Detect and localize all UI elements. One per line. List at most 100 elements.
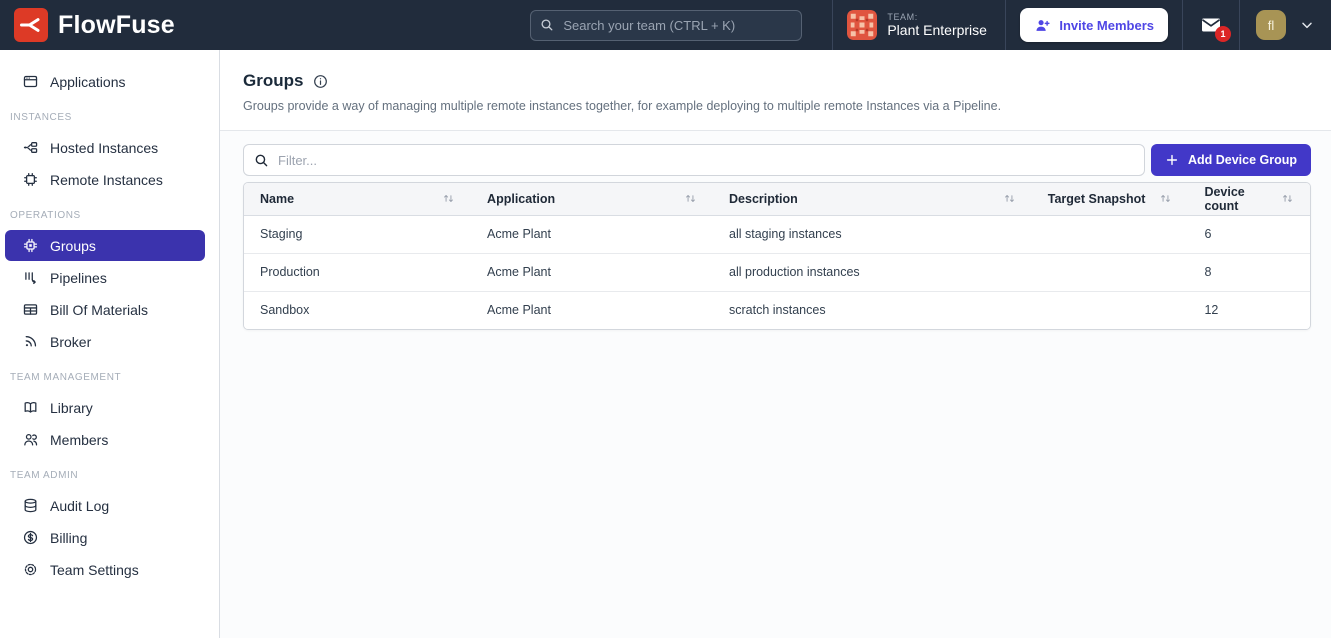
sidebar-item-pipelines[interactable]: Pipelines: [5, 262, 205, 293]
top-navbar: FlowFuse TEAM: Plant Enterpri: [0, 0, 1331, 50]
sidebar-section-header-team-admin: TEAM ADMIN: [10, 470, 219, 481]
table-body: StagingAcme Plantall staging instances6P…: [244, 215, 1310, 329]
sidebar-section-header-team-management: TEAM MANAGEMENT: [10, 372, 219, 383]
billing-icon: [22, 529, 39, 546]
sidebar-item-applications[interactable]: Applications: [5, 66, 205, 97]
cell-name: Production: [244, 253, 471, 291]
sidebar-nav: Applications INSTANCES Hosted Instances Rem…: [0, 66, 219, 585]
broker-icon: [22, 333, 39, 350]
cell-device_count: 8: [1188, 253, 1310, 291]
audit-log-icon: [22, 497, 39, 514]
sidebar-item-members[interactable]: Members: [5, 424, 205, 455]
column-label: Description: [729, 192, 798, 206]
sidebar-item-bill-of-materials[interactable]: Bill Of Materials: [5, 294, 205, 325]
table-header-row: Name Application Description Target Snapsho…: [244, 183, 1310, 215]
sidebar-item-library[interactable]: Library: [5, 392, 205, 423]
table-row-production[interactable]: ProductionAcme Plantall production insta…: [244, 253, 1310, 291]
groups-table: Name Application Description Target Snapsho…: [244, 183, 1310, 329]
remote-instances-icon: [22, 171, 39, 188]
groups-icon: [22, 237, 39, 254]
sidebar-item-broker[interactable]: Broker: [5, 326, 205, 357]
column-label: Name: [260, 192, 294, 206]
page-description: Groups provide a way of managing multipl…: [243, 99, 1308, 113]
sidebar-item-label: Billing: [50, 530, 87, 546]
cell-description: scratch instances: [713, 291, 1032, 329]
sidebar-item-remote-instances[interactable]: Remote Instances: [5, 164, 205, 195]
sidebar-item-audit-log[interactable]: Audit Log: [5, 490, 205, 521]
sidebar-item-label: Broker: [50, 334, 91, 350]
filter-search-icon: [253, 152, 270, 169]
navbar-search-area: [530, 0, 832, 50]
cell-device_count: 6: [1188, 215, 1310, 253]
groups-table-card: Name Application Description Target Snapsho…: [243, 182, 1311, 330]
column-header-name[interactable]: Name: [244, 183, 471, 215]
sidebar-item-label: Pipelines: [50, 270, 107, 286]
cell-name: Staging: [244, 215, 471, 253]
column-header-application[interactable]: Application: [471, 183, 713, 215]
search-icon: [539, 17, 555, 33]
page-title: Groups: [243, 71, 303, 91]
sidebar-item-team-settings[interactable]: Team Settings: [5, 554, 205, 585]
column-label: Device count: [1204, 185, 1275, 213]
sidebar-section-header-operations: OPERATIONS: [10, 210, 219, 221]
cell-target_snapshot: [1032, 215, 1189, 253]
info-icon[interactable]: [312, 73, 329, 90]
sidebar-item-label: Groups: [50, 238, 96, 254]
table-row-sandbox[interactable]: SandboxAcme Plantscratch instances12: [244, 291, 1310, 329]
library-icon: [22, 399, 39, 416]
cell-device_count: 12: [1188, 291, 1310, 329]
notification-badge: 1: [1215, 26, 1231, 42]
page-header: Groups Groups provide a way of managing …: [220, 50, 1331, 131]
sidebar-item-label: Bill Of Materials: [50, 302, 148, 318]
user-menu[interactable]: fl: [1240, 0, 1331, 50]
table-row-staging[interactable]: StagingAcme Plantall staging instances 6: [244, 215, 1310, 253]
sidebar-item-hosted-instances[interactable]: Hosted Instances: [5, 132, 205, 163]
flowfuse-logo-icon: [14, 8, 48, 42]
sort-icon: [442, 192, 455, 205]
team-selector[interactable]: TEAM: Plant Enterprise: [833, 0, 1005, 50]
sidebar-item-label: Members: [50, 432, 108, 448]
team-search-input[interactable]: [530, 10, 802, 41]
cell-description: all staging instances: [713, 215, 1032, 253]
team-label: TEAM:: [887, 12, 987, 22]
hosted-instances-icon: [22, 139, 39, 156]
column-header-target-snapshot[interactable]: Target Snapshot: [1032, 183, 1189, 215]
sort-icon: [1003, 192, 1016, 205]
column-label: Target Snapshot: [1048, 192, 1146, 206]
invite-members-area: Invite Members: [1006, 0, 1182, 50]
team-avatar: [847, 10, 877, 40]
sidebar-item-groups[interactable]: Groups: [5, 230, 205, 261]
applications-icon: [22, 73, 39, 90]
brand-name: FlowFuse: [58, 11, 175, 40]
brand[interactable]: FlowFuse: [0, 0, 189, 50]
sort-icon: [1281, 192, 1294, 205]
plus-icon: [1165, 153, 1179, 167]
sidebar-item-label: Audit Log: [50, 498, 109, 514]
add-device-group-label: Add Device Group: [1188, 153, 1297, 167]
cell-application: Acme Plant: [471, 253, 713, 291]
sidebar-section-header-instances: INSTANCES: [10, 112, 219, 123]
sidebar-item-billing[interactable]: Billing: [5, 522, 205, 553]
toolbar: Add Device Group: [243, 144, 1311, 176]
add-device-group-button[interactable]: Add Device Group: [1151, 144, 1311, 176]
column-label: Application: [487, 192, 555, 206]
main-area: Groups Groups provide a way of managing …: [220, 50, 1331, 638]
filter-input[interactable]: [243, 144, 1145, 176]
cell-application: Acme Plant: [471, 215, 713, 253]
pipelines-icon: [22, 269, 39, 286]
invite-members-button[interactable]: Invite Members: [1020, 8, 1168, 42]
column-header-description[interactable]: Description: [713, 183, 1032, 215]
navbar-spacer: [189, 0, 530, 50]
team-name: Plant Enterprise: [887, 22, 987, 38]
sidebar: Applications INSTANCES Hosted Instances Rem…: [0, 50, 220, 638]
sidebar-item-label: Team Settings: [50, 562, 139, 578]
sidebar-item-label: Remote Instances: [50, 172, 163, 188]
notifications-button[interactable]: 1: [1183, 0, 1239, 50]
team-settings-icon: [22, 561, 39, 578]
chevron-down-icon: [1299, 17, 1315, 33]
bill-of-materials-icon: [22, 301, 39, 318]
cell-name: Sandbox: [244, 291, 471, 329]
sidebar-item-label: Hosted Instances: [50, 140, 158, 156]
sidebar-item-label: Library: [50, 400, 93, 416]
column-header-device-count[interactable]: Device count: [1188, 183, 1310, 215]
